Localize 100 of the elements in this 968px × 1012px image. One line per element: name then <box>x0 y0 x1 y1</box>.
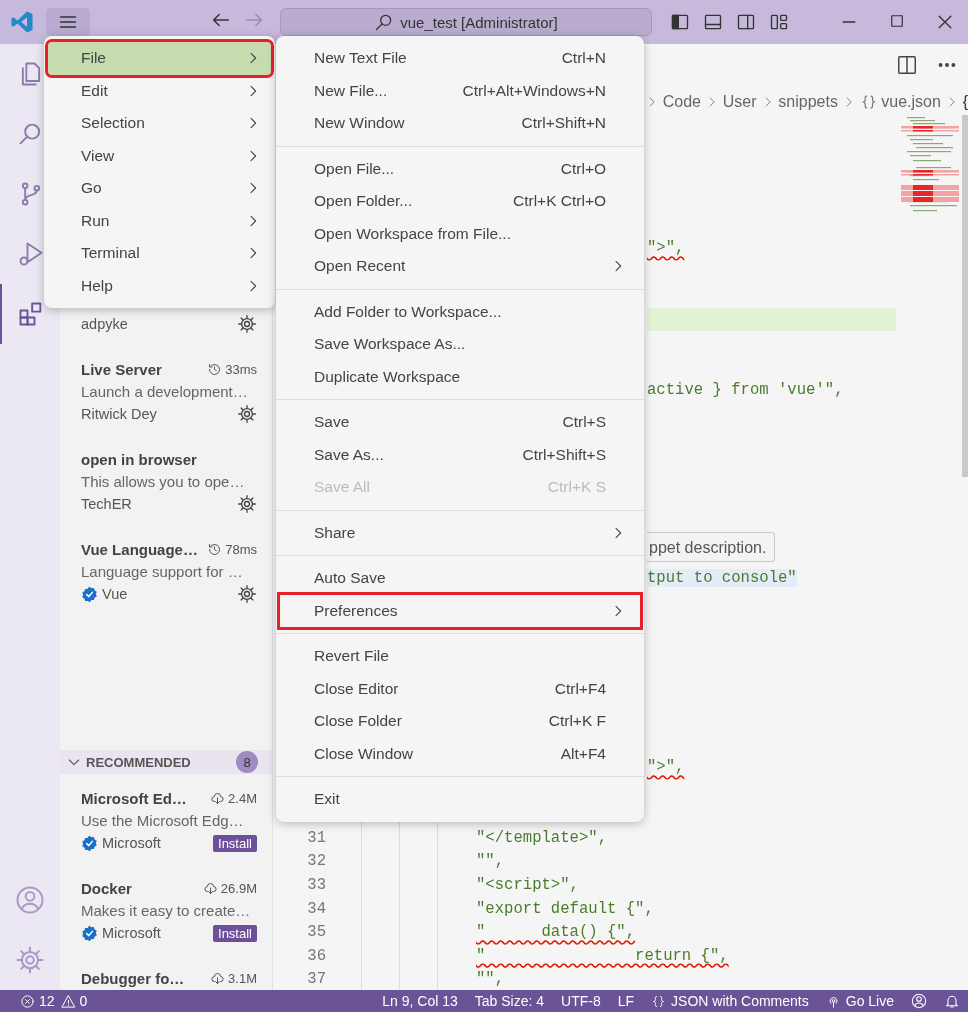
keyboard-shortcut: Ctrl+K F <box>548 712 606 731</box>
breadcrumb-item[interactable]: Code <box>662 93 701 111</box>
keyboard-shortcut: Alt+F4 <box>560 744 606 763</box>
warning-count[interactable]: 0 <box>79 993 88 1009</box>
menu-item[interactable]: Duplicate Workspace <box>280 360 640 393</box>
status-item[interactable]: Tab Size: 4 <box>474 993 545 1009</box>
extension-name: Vue Language… <box>81 540 198 558</box>
menu-item[interactable]: Share <box>280 516 640 549</box>
install-count: 3.1M <box>228 970 257 986</box>
install-button[interactable]: Install <box>213 924 257 942</box>
line-number: 36 <box>307 946 326 965</box>
menu-item[interactable]: Open Recent <box>280 250 640 283</box>
code-text: ">", <box>647 238 685 257</box>
install-button[interactable]: Install <box>213 834 257 852</box>
menu-item[interactable]: Auto Save <box>280 562 640 595</box>
go-live-item[interactable]: Go Live <box>845 993 894 1009</box>
scrollbar[interactable] <box>962 115 968 477</box>
line-number: 31 <box>307 828 326 847</box>
gear-icon[interactable] <box>237 494 257 514</box>
code-text: ">", <box>647 758 685 777</box>
menu-item[interactable]: View <box>48 139 271 172</box>
menu-item[interactable]: Open File... Ctrl+O <box>280 152 640 185</box>
menu-item[interactable]: Run <box>48 204 271 237</box>
code-text: active } from 'vue'", <box>647 380 844 399</box>
code-text: "</template>", <box>476 828 607 847</box>
gear-icon[interactable] <box>237 314 257 334</box>
breadcrumb-item[interactable]: User <box>722 93 757 111</box>
menu-item[interactable]: Go <box>48 172 271 205</box>
menu-item[interactable]: Close Window Alt+F4 <box>280 737 640 770</box>
publisher-name: Ritwick Dey <box>81 406 157 422</box>
command-center-search[interactable]: vue_test [Administrator] <box>280 8 652 36</box>
menu-button[interactable] <box>46 8 90 36</box>
breadcrumb-item[interactable]: snippets <box>778 93 838 111</box>
line-number: 34 <box>307 899 326 918</box>
line-number: 35 <box>307 923 326 942</box>
publisher-name: TechER <box>81 496 132 512</box>
menu-item[interactable]: Save Workspace As... <box>280 328 640 361</box>
menu-item[interactable]: Open Workspace from File... <box>280 217 640 250</box>
extension-description: Launch a development… <box>81 383 248 400</box>
menu-item[interactable]: Save Ctrl+S <box>280 406 640 439</box>
extension-description: This allows you to ope… <box>81 473 245 490</box>
menu-item[interactable]: Preferences <box>280 594 640 627</box>
error-count[interactable]: 12 <box>39 993 55 1009</box>
extension-description: Use the Microsoft Edg… <box>81 812 244 829</box>
maximize-icon[interactable] <box>888 12 906 30</box>
extension-description: Language support for … <box>81 563 243 580</box>
layout-icon[interactable] <box>769 12 789 32</box>
publisher-name: Microsoft <box>102 925 161 941</box>
breadcrumb-item[interactable]: vue.json <box>881 93 941 111</box>
cloud-download-icon <box>210 970 226 986</box>
menu-item[interactable]: New Window Ctrl+Shift+N <box>280 107 640 140</box>
menu-item[interactable]: Exit <box>280 783 640 816</box>
menu-item[interactable]: Revert File <box>280 640 640 673</box>
section-header[interactable]: RECOMMENDED 8 <box>60 750 272 774</box>
code-text: "export default {", <box>476 899 654 918</box>
menu-item[interactable]: New Text File Ctrl+N <box>280 42 640 75</box>
keyboard-shortcut: Ctrl+Shift+S <box>522 445 606 464</box>
panel-toggle-icon[interactable] <box>703 12 723 32</box>
code-text: " return {", <box>476 946 729 965</box>
status-item[interactable]: LF <box>617 993 635 1009</box>
bell-icon[interactable] <box>944 993 960 1009</box>
braces-icon <box>859 93 878 111</box>
language-mode[interactable]: JSON with Comments <box>671 993 809 1009</box>
split-editor-icon[interactable] <box>896 53 918 76</box>
menu-item[interactable]: Help <box>48 269 271 302</box>
menu-item[interactable]: Add Folder to Workspace... <box>280 295 640 328</box>
count-badge: 8 <box>236 751 258 773</box>
sidebar-toggle-icon[interactable] <box>670 12 690 32</box>
code-text: " data() {", <box>476 923 636 942</box>
line-number: 37 <box>307 970 326 989</box>
hover-tooltip: ppet description. <box>647 531 776 562</box>
menu-item[interactable]: New File... Ctrl+Alt+Windows+N <box>280 74 640 107</box>
status-item[interactable]: UTF-8 <box>561 993 601 1009</box>
publisher-name: Vue <box>102 586 128 602</box>
gear-icon[interactable] <box>237 404 257 424</box>
menu-item[interactable]: Edit <box>48 74 271 107</box>
gear-icon[interactable] <box>237 584 257 604</box>
history-icon <box>207 361 223 377</box>
warning-icon <box>60 993 76 1009</box>
menu-item[interactable]: Terminal <box>48 237 271 270</box>
menu-item[interactable]: Selection <box>48 107 271 140</box>
code-text: "<script>", <box>476 876 579 894</box>
menu-item[interactable]: Save As... Ctrl+Shift+S <box>280 438 640 471</box>
line-number: 33 <box>307 876 326 894</box>
menu-item[interactable]: File <box>48 42 271 75</box>
cloud-download-icon <box>210 790 226 806</box>
activation-time: 33ms <box>225 361 257 377</box>
keyboard-shortcut: Ctrl+Shift+N <box>521 114 606 133</box>
menu-item[interactable]: Open Folder... Ctrl+K Ctrl+O <box>280 185 640 218</box>
keyboard-shortcut: Ctrl+S <box>562 413 606 432</box>
install-count: 2.4M <box>228 790 257 806</box>
menu-item[interactable]: Close Folder Ctrl+K F <box>280 705 640 738</box>
code-text: "", <box>476 970 505 989</box>
keyboard-shortcut: Ctrl+K S <box>547 478 606 497</box>
status-item[interactable]: Ln 9, Col 13 <box>382 993 458 1009</box>
menu-item[interactable]: Close Editor Ctrl+F4 <box>280 672 640 705</box>
code-text: "", <box>476 852 505 871</box>
breadcrumb-item[interactable]: { <box>962 93 968 111</box>
extension-description: Makes it easy to create… <box>81 902 251 919</box>
secondary-sidebar-icon[interactable] <box>736 12 756 32</box>
